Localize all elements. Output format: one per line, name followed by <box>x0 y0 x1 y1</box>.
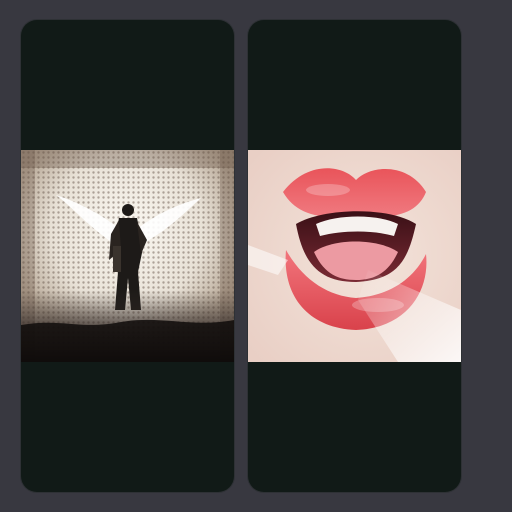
winged-soldier-image <box>21 150 234 362</box>
image-card[interactable] <box>248 20 461 492</box>
winged-soldier-grunge-icon <box>21 150 234 362</box>
red-lips-image <box>248 150 461 362</box>
image-card[interactable] <box>21 20 234 492</box>
gallery-grid <box>0 0 512 512</box>
red-lips-icon <box>248 150 461 362</box>
